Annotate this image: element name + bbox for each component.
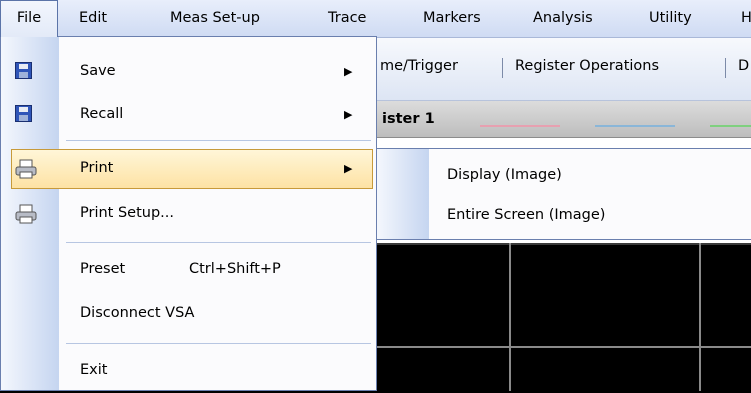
printer-setup-icon — [15, 204, 37, 224]
register-trace-line — [710, 125, 751, 127]
menu-item-label: Disconnect VSA — [80, 305, 195, 321]
menu-separator — [66, 140, 371, 141]
menu-item-label: Exit — [80, 362, 108, 378]
menu-item-print[interactable]: Print ▶ — [11, 149, 373, 189]
menu-item-print-setup[interactable]: Print Setup... — [1, 194, 376, 234]
menu-bar: File Edit Meas Set-up Trace Markers Anal… — [0, 0, 751, 38]
menu-analysis[interactable]: Analysis — [533, 0, 593, 37]
submenu-item-label: Entire Screen (Image) — [447, 207, 606, 223]
toolbar-time-trigger[interactable]: me/Trigger — [380, 58, 458, 74]
menu-item-label: Recall — [80, 106, 124, 122]
menu-file[interactable]: File — [0, 0, 58, 37]
toolbar-separator — [502, 58, 503, 78]
menu-separator — [66, 343, 371, 344]
menu-item-label: Print — [80, 160, 114, 176]
printer-icon — [15, 159, 37, 179]
toolbar-register-operations[interactable]: Register Operations — [515, 58, 659, 74]
toolbar-item-d[interactable]: D — [738, 58, 749, 74]
menu-item-label: Print Setup... — [80, 205, 174, 221]
submenu-item-display-image[interactable]: Display (Image) — [377, 155, 751, 195]
register-label[interactable]: ister 1 — [382, 111, 435, 127]
menu-help[interactable]: H — [741, 0, 751, 37]
submenu-arrow-icon: ▶ — [344, 162, 353, 175]
submenu-item-entire-screen-image[interactable]: Entire Screen (Image) — [377, 195, 751, 235]
menu-markers[interactable]: Markers — [423, 0, 481, 37]
menu-item-label: Preset — [80, 261, 126, 277]
menu-separator — [66, 242, 371, 243]
menu-meas-setup[interactable]: Meas Set-up — [170, 0, 260, 37]
menu-trace[interactable]: Trace — [328, 0, 366, 37]
menu-item-save[interactable]: Save ▶ — [1, 52, 376, 92]
grid-line — [509, 243, 511, 391]
register-trace-line — [595, 125, 675, 127]
floppy-save-icon — [15, 62, 35, 82]
menu-item-exit[interactable]: Exit — [1, 351, 376, 391]
submenu-arrow-icon: ▶ — [344, 108, 353, 121]
toolbar-separator — [725, 58, 726, 78]
grid-line — [699, 243, 701, 391]
submenu-item-label: Display (Image) — [447, 167, 562, 183]
menu-utility[interactable]: Utility — [649, 0, 692, 37]
menu-item-disconnect-vsa[interactable]: Disconnect VSA — [1, 294, 376, 334]
menu-item-label: Save — [80, 63, 116, 79]
floppy-recall-icon — [15, 105, 35, 125]
menu-item-preset[interactable]: Preset Ctrl+Shift+P — [1, 250, 376, 290]
submenu-arrow-icon: ▶ — [344, 65, 353, 78]
print-submenu: Display (Image) Entire Screen (Image) — [376, 148, 751, 240]
menu-item-recall[interactable]: Recall ▶ — [1, 95, 376, 135]
grid-line — [376, 346, 751, 348]
menu-edit[interactable]: Edit — [79, 0, 107, 37]
register-trace-line — [480, 125, 560, 127]
file-menu: Save ▶ Recall ▶ Print ▶ Print Setup... P… — [0, 36, 377, 391]
menu-item-shortcut: Ctrl+Shift+P — [189, 261, 281, 277]
